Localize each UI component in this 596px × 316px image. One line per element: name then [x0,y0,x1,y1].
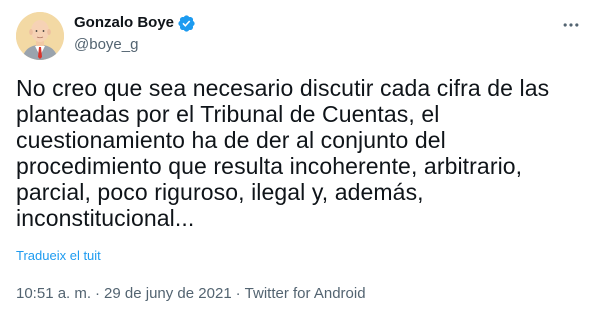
meta-separator: · [95,285,101,302]
verified-badge-icon [177,14,196,33]
author-name-row: Gonzalo Boye [74,13,196,33]
tweet-text: No creo que sea necesario discutir cada … [16,75,556,231]
meta-separator: · [235,285,241,302]
tweet-meta: 10:51 a. m. · 29 de juny de 2021 · Twitt… [16,284,366,304]
avatar-illustration-icon [16,12,64,60]
more-options-button[interactable] [558,12,584,38]
translate-tweet-link[interactable]: Tradueix el tuit [16,248,101,264]
tweet-date[interactable]: 29 de juny de 2021 [104,284,232,304]
tweet-source[interactable]: Twitter for Android [245,284,366,304]
more-options-icon [563,23,579,27]
avatar[interactable] [16,12,64,60]
author-name[interactable]: Gonzalo Boye [74,13,174,33]
tweet-time[interactable]: 10:51 a. m. [16,284,91,304]
tweet-card: Gonzalo Boye @boye_g No creo que sea nec… [0,0,596,316]
author-block: Gonzalo Boye @boye_g [74,13,196,55]
author-handle[interactable]: @boye_g [74,35,196,55]
